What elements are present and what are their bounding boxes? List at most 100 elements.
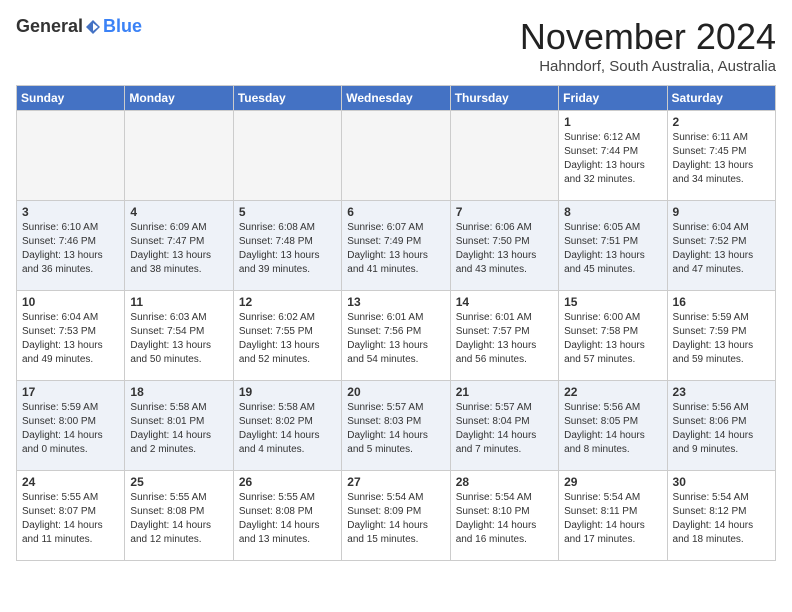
calendar-week-1: 1 Sunrise: 6:12 AMSunset: 7:44 PMDaylight… <box>17 111 776 201</box>
day-number: 19 <box>239 385 336 399</box>
calendar-cell-3-4: 13Sunrise: 6:01 AMSunset: 7:56 PMDayligh… <box>342 291 450 381</box>
day-number: 27 <box>347 475 444 489</box>
day-info: Sunrise: 6:12 AMSunset: 7:44 PMDaylight:… <box>564 131 661 187</box>
day-number: 20 <box>347 385 444 399</box>
day-number: 30 <box>673 475 770 489</box>
logo: General Blue <box>16 16 142 37</box>
day-info: Sunrise: 6:08 AMSunset: 7:48 PMDaylight:… <box>239 221 336 277</box>
day-number: 4 <box>130 205 227 219</box>
day-info: Sunrise: 5:56 AMSunset: 8:05 PMDaylight:… <box>564 401 661 457</box>
day-info: Sunrise: 6:10 AMSunset: 7:46 PMDaylight:… <box>22 221 119 277</box>
calendar-cell-3-7: 16 Sunrise: 5:59 AMSunset: 7:59 PMDayligh… <box>667 291 775 381</box>
day-number: 28 <box>456 475 553 489</box>
day-number: 22 <box>564 385 661 399</box>
logo-general-text: General <box>16 16 83 37</box>
logo-blue-text: Blue <box>103 16 142 37</box>
day-number: 1 <box>564 115 661 129</box>
day-info: Sunrise: 5:59 AMSunset: 7:59 PMDaylight:… <box>673 311 770 367</box>
calendar-cell-4-1: 17 Sunrise: 5:59 AMSunset: 8:00 PMDayligh… <box>17 381 125 471</box>
day-info: Sunrise: 6:02 AMSunset: 7:55 PMDaylight:… <box>239 311 336 367</box>
calendar-header-wednesday: Wednesday <box>342 86 450 111</box>
day-info: Sunrise: 6:04 AMSunset: 7:52 PMDaylight:… <box>673 221 770 277</box>
calendar-header-sunday: Sunday <box>17 86 125 111</box>
day-number: 18 <box>130 385 227 399</box>
calendar-week-2: 3 Sunrise: 6:10 AMSunset: 7:46 PMDaylight… <box>17 201 776 291</box>
calendar-cell-1-1 <box>17 111 125 201</box>
title-block: November 2024 Hahndorf, South Australia,… <box>520 16 776 75</box>
day-info: Sunrise: 6:00 AMSunset: 7:58 PMDaylight:… <box>564 311 661 367</box>
day-info: Sunrise: 6:03 AMSunset: 7:54 PMDaylight:… <box>130 311 227 367</box>
calendar-cell-1-2 <box>125 111 233 201</box>
location-subtitle: Hahndorf, South Australia, Australia <box>520 58 776 75</box>
calendar-header-saturday: Saturday <box>667 86 775 111</box>
calendar-cell-5-4: 27 Sunrise: 5:54 AMSunset: 8:09 PMDayligh… <box>342 471 450 561</box>
calendar-table: SundayMondayTuesdayWednesdayThursdayFrid… <box>16 85 776 561</box>
calendar-cell-5-1: 24 Sunrise: 5:55 AMSunset: 8:07 PMDayligh… <box>17 471 125 561</box>
day-number: 11 <box>130 295 227 309</box>
calendar-cell-5-6: 29 Sunrise: 5:54 AMSunset: 8:11 PMDayligh… <box>559 471 667 561</box>
day-info: Sunrise: 6:04 AMSunset: 7:53 PMDaylight:… <box>22 311 119 367</box>
calendar-cell-1-3 <box>233 111 341 201</box>
day-info: Sunrise: 5:54 AMSunset: 8:10 PMDaylight:… <box>456 491 553 547</box>
day-info: Sunrise: 5:55 AMSunset: 8:07 PMDaylight:… <box>22 491 119 547</box>
day-number: 14 <box>456 295 553 309</box>
day-info: Sunrise: 5:56 AMSunset: 8:06 PMDaylight:… <box>673 401 770 457</box>
day-number: 7 <box>456 205 553 219</box>
day-number: 15 <box>564 295 661 309</box>
calendar-cell-5-5: 28 Sunrise: 5:54 AMSunset: 8:10 PMDayligh… <box>450 471 558 561</box>
day-number: 6 <box>347 205 444 219</box>
calendar-cell-5-3: 26Sunrise: 5:55 AMSunset: 8:08 PMDayligh… <box>233 471 341 561</box>
day-number: 24 <box>22 475 119 489</box>
day-info: Sunrise: 6:06 AMSunset: 7:50 PMDaylight:… <box>456 221 553 277</box>
calendar-cell-4-5: 21Sunrise: 5:57 AMSunset: 8:04 PMDayligh… <box>450 381 558 471</box>
calendar-cell-3-2: 11 Sunrise: 6:03 AMSunset: 7:54 PMDayligh… <box>125 291 233 381</box>
calendar-week-5: 24 Sunrise: 5:55 AMSunset: 8:07 PMDayligh… <box>17 471 776 561</box>
calendar-cell-5-7: 30Sunrise: 5:54 AMSunset: 8:12 PMDayligh… <box>667 471 775 561</box>
calendar-week-3: 10 Sunrise: 6:04 AMSunset: 7:53 PMDayligh… <box>17 291 776 381</box>
day-number: 26 <box>239 475 336 489</box>
calendar-header-monday: Monday <box>125 86 233 111</box>
calendar-week-4: 17 Sunrise: 5:59 AMSunset: 8:00 PMDayligh… <box>17 381 776 471</box>
page-header: General Blue November 2024 Hahndorf, Sou… <box>16 16 776 75</box>
calendar-header-tuesday: Tuesday <box>233 86 341 111</box>
month-title: November 2024 <box>520 16 776 58</box>
calendar-cell-4-7: 23Sunrise: 5:56 AMSunset: 8:06 PMDayligh… <box>667 381 775 471</box>
calendar-cell-3-6: 15 Sunrise: 6:00 AMSunset: 7:58 PMDayligh… <box>559 291 667 381</box>
day-number: 17 <box>22 385 119 399</box>
day-number: 29 <box>564 475 661 489</box>
calendar-cell-2-4: 6 Sunrise: 6:07 AMSunset: 7:49 PMDaylight… <box>342 201 450 291</box>
calendar-cell-4-2: 18Sunrise: 5:58 AMSunset: 8:01 PMDayligh… <box>125 381 233 471</box>
day-number: 5 <box>239 205 336 219</box>
logo-icon <box>84 18 102 36</box>
day-number: 9 <box>673 205 770 219</box>
day-number: 12 <box>239 295 336 309</box>
day-info: Sunrise: 5:54 AMSunset: 8:09 PMDaylight:… <box>347 491 444 547</box>
calendar-cell-1-4 <box>342 111 450 201</box>
day-info: Sunrise: 6:07 AMSunset: 7:49 PMDaylight:… <box>347 221 444 277</box>
calendar-cell-2-6: 8Sunrise: 6:05 AMSunset: 7:51 PMDaylight… <box>559 201 667 291</box>
day-info: Sunrise: 6:05 AMSunset: 7:51 PMDaylight:… <box>564 221 661 277</box>
day-info: Sunrise: 6:01 AMSunset: 7:56 PMDaylight:… <box>347 311 444 367</box>
calendar-cell-4-4: 20Sunrise: 5:57 AMSunset: 8:03 PMDayligh… <box>342 381 450 471</box>
day-info: Sunrise: 6:09 AMSunset: 7:47 PMDaylight:… <box>130 221 227 277</box>
calendar-cell-2-5: 7 Sunrise: 6:06 AMSunset: 7:50 PMDaylight… <box>450 201 558 291</box>
day-number: 16 <box>673 295 770 309</box>
day-number: 2 <box>673 115 770 129</box>
calendar-cell-5-2: 25Sunrise: 5:55 AMSunset: 8:08 PMDayligh… <box>125 471 233 561</box>
calendar-cell-1-7: 2 Sunrise: 6:11 AMSunset: 7:45 PMDaylight… <box>667 111 775 201</box>
day-info: Sunrise: 5:59 AMSunset: 8:00 PMDaylight:… <box>22 401 119 457</box>
day-info: Sunrise: 5:58 AMSunset: 8:02 PMDaylight:… <box>239 401 336 457</box>
calendar-cell-1-6: 1 Sunrise: 6:12 AMSunset: 7:44 PMDaylight… <box>559 111 667 201</box>
calendar-cell-4-3: 19 Sunrise: 5:58 AMSunset: 8:02 PMDayligh… <box>233 381 341 471</box>
calendar-cell-3-1: 10 Sunrise: 6:04 AMSunset: 7:53 PMDayligh… <box>17 291 125 381</box>
calendar-cell-2-3: 5 Sunrise: 6:08 AMSunset: 7:48 PMDaylight… <box>233 201 341 291</box>
day-number: 3 <box>22 205 119 219</box>
calendar-cell-2-2: 4 Sunrise: 6:09 AMSunset: 7:47 PMDaylight… <box>125 201 233 291</box>
day-info: Sunrise: 6:11 AMSunset: 7:45 PMDaylight:… <box>673 131 770 187</box>
calendar-cell-1-5 <box>450 111 558 201</box>
calendar-cell-3-3: 12 Sunrise: 6:02 AMSunset: 7:55 PMDayligh… <box>233 291 341 381</box>
calendar-cell-2-1: 3 Sunrise: 6:10 AMSunset: 7:46 PMDaylight… <box>17 201 125 291</box>
day-number: 10 <box>22 295 119 309</box>
day-info: Sunrise: 5:54 AMSunset: 8:11 PMDaylight:… <box>564 491 661 547</box>
calendar-cell-4-6: 22 Sunrise: 5:56 AMSunset: 8:05 PMDayligh… <box>559 381 667 471</box>
